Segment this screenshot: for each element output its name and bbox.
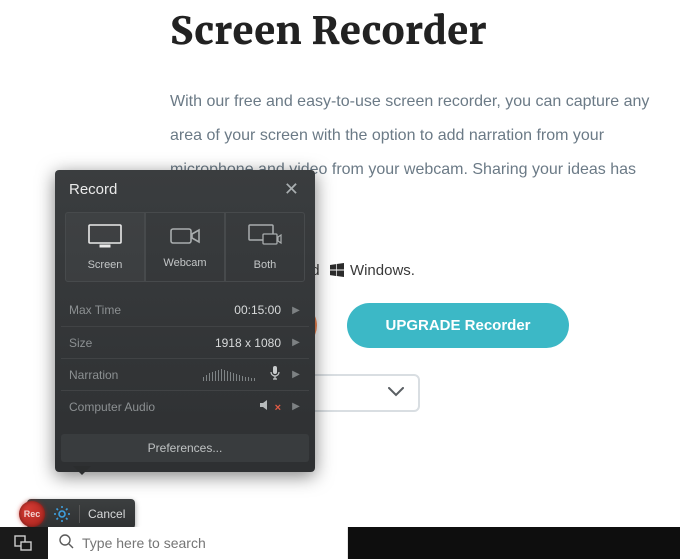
row-max-time[interactable]: Max Time 00:15:00 ▶ xyxy=(61,294,309,326)
speaker-muted-icon: × xyxy=(259,399,281,414)
row-computer-audio[interactable]: Computer Audio × ▶ xyxy=(61,390,309,422)
popup-title: Record xyxy=(69,181,117,198)
max-time-label: Max Time xyxy=(69,303,121,317)
taskbar-app-icon[interactable] xyxy=(0,527,48,559)
taskbar-search[interactable] xyxy=(48,527,348,559)
search-icon xyxy=(58,533,74,554)
size-value: 1918 x 1080 xyxy=(215,336,281,350)
camera-icon xyxy=(170,226,200,249)
upgrade-recorder-button[interactable]: UPGRADE Recorder xyxy=(347,303,568,348)
cancel-button[interactable]: Cancel xyxy=(79,505,125,523)
record-popup: Record ✕ Screen Webcam Both Max Time 00 xyxy=(55,170,315,472)
taskbar xyxy=(0,527,680,559)
record-button[interactable]: Rec xyxy=(19,501,45,527)
computer-audio-label: Computer Audio xyxy=(69,400,155,414)
mode-webcam-label: Webcam xyxy=(163,257,206,269)
microphone-icon xyxy=(269,366,281,383)
chevron-right-icon: ▶ xyxy=(291,337,301,348)
chevron-right-icon: ▶ xyxy=(291,369,301,380)
mode-webcam[interactable]: Webcam xyxy=(145,212,225,282)
chevron-right-icon: ▶ xyxy=(291,305,301,316)
size-label: Size xyxy=(69,336,92,350)
row-narration[interactable]: Narration ▶ xyxy=(61,358,309,390)
mode-screen[interactable]: Screen xyxy=(65,212,145,282)
chevron-down-icon xyxy=(388,384,404,402)
mode-screen-label: Screen xyxy=(88,259,123,271)
both-icon xyxy=(248,224,282,251)
mode-both-label: Both xyxy=(254,259,277,271)
page-title: Screen Recorder xyxy=(170,8,650,55)
row-size[interactable]: Size 1918 x 1080 ▶ xyxy=(61,326,309,358)
narration-label: Narration xyxy=(69,368,118,382)
record-toolbar: Rec Cancel xyxy=(27,499,135,529)
chevron-right-icon: ▶ xyxy=(291,401,301,412)
monitor-icon xyxy=(88,224,122,251)
taskbar-remainder xyxy=(348,527,680,559)
close-icon[interactable]: ✕ xyxy=(280,178,303,200)
gear-icon[interactable] xyxy=(53,505,71,523)
preferences-button[interactable]: Preferences... xyxy=(61,434,309,462)
platform-windows: Windows. xyxy=(350,262,415,279)
windows-icon xyxy=(330,263,344,281)
mode-both[interactable]: Both xyxy=(225,212,305,282)
max-time-value: 00:15:00 xyxy=(234,303,281,317)
audio-level-bars xyxy=(203,369,255,381)
search-input[interactable] xyxy=(82,535,312,551)
